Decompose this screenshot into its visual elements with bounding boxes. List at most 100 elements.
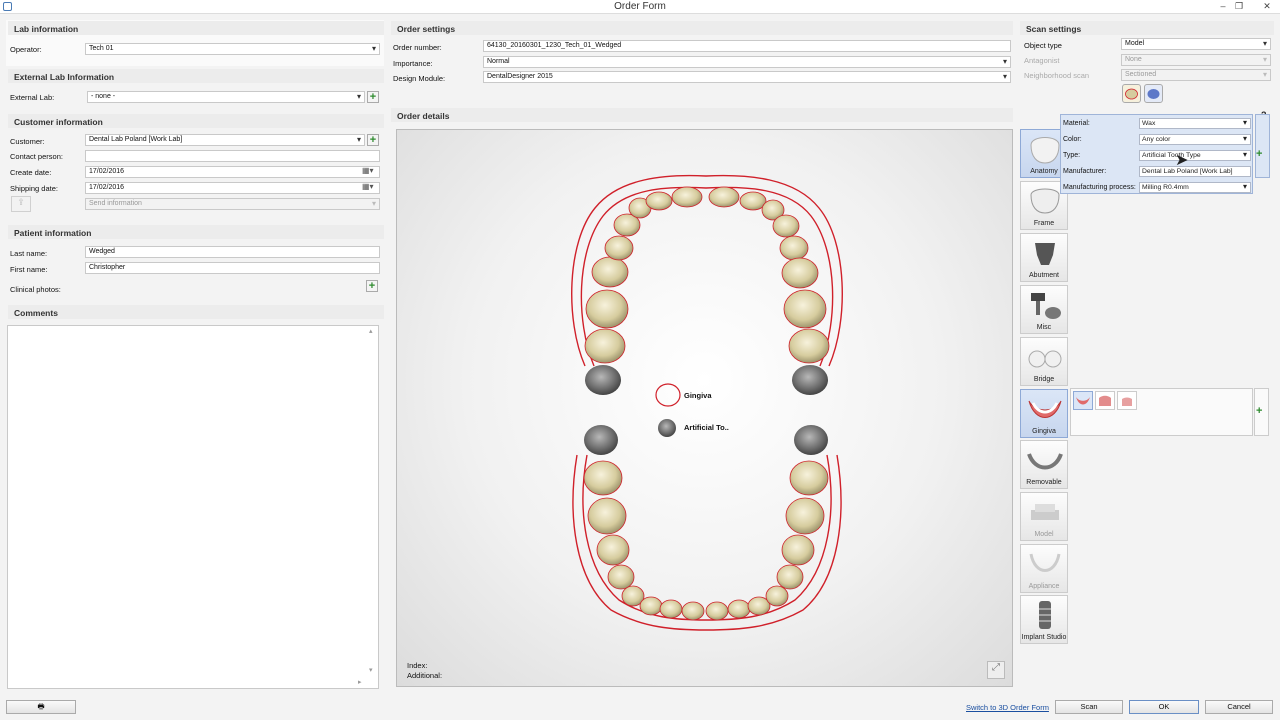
neighborhood-scan-label: Neighborhood scan <box>1024 71 1090 80</box>
type-label: Type: <box>1063 152 1081 159</box>
calendar-icon[interactable]: ▦▾ <box>362 166 374 175</box>
gingiva-option-partial-icon[interactable] <box>1095 391 1115 410</box>
gingiva-icon <box>1028 400 1062 418</box>
patient-information-header: Patient information <box>8 225 384 239</box>
tool-appliance: Appliance <box>1020 544 1068 593</box>
comments-header: Comments <box>8 305 384 319</box>
frame-icon <box>1030 188 1060 214</box>
shipping-date-label: Shipping date: <box>10 184 58 193</box>
tool-model-label: Model <box>1034 531 1054 538</box>
add-material-button[interactable]: + <box>1256 148 1262 160</box>
bridge-icon <box>1028 350 1062 368</box>
last-name-input[interactable]: Wedged <box>85 246 380 258</box>
tool-model: Model <box>1020 492 1068 541</box>
index-label: Index: <box>407 661 428 670</box>
restore-button[interactable]: ❐ <box>1230 0 1248 13</box>
anatomy-icon <box>1030 137 1060 164</box>
ok-button[interactable]: OK <box>1129 700 1199 714</box>
print-button[interactable]: 🖶 <box>6 700 76 714</box>
cancel-button[interactable]: Cancel <box>1205 700 1273 714</box>
gingiva-option-full-icon[interactable] <box>1073 391 1093 410</box>
tool-gingiva-label: Gingiva <box>1032 428 1056 435</box>
material-label: Material: <box>1063 120 1090 127</box>
lower-teeth <box>583 425 829 621</box>
close-button[interactable]: ✕ <box>1258 0 1276 13</box>
external-lab-select[interactable]: - none - <box>87 91 365 103</box>
shipping-date-input[interactable]: 17/02/2016 <box>85 182 380 194</box>
external-lab-label: External Lab: <box>10 93 55 102</box>
first-name-label: First name: <box>10 265 48 274</box>
clinical-photos-label: Clinical photos: <box>10 285 61 294</box>
add-clinical-photo-button[interactable]: + <box>366 280 378 292</box>
operator-select[interactable]: Tech 01 <box>85 43 380 55</box>
order-number-input[interactable]: 64130_20160301_1230_Tech_01_Wedged <box>483 40 1011 52</box>
tool-bridge[interactable]: Bridge <box>1020 337 1068 386</box>
manufacturer-select[interactable]: Dental Lab Poland [Work Lab] <box>1139 166 1251 177</box>
manufacturing-process-select[interactable]: Milling R0.4mm <box>1139 182 1251 193</box>
material-panel: Material: Wax Color: Any color Type: Art… <box>1060 114 1253 194</box>
manufacturer-label: Manufacturer: <box>1063 168 1107 175</box>
tool-appliance-label: Appliance <box>1028 583 1060 590</box>
color-label: Color: <box>1063 136 1082 143</box>
order-settings-header: Order settings <box>391 21 1013 35</box>
dental-arch-diagram <box>571 174 843 631</box>
design-module-select[interactable]: DentalDesigner 2015 <box>483 71 1011 83</box>
gingiva-outline-icon <box>655 383 681 407</box>
impression-scan-icon[interactable] <box>1144 84 1163 103</box>
material-select[interactable]: Wax <box>1139 118 1251 129</box>
gingiva-option-single-icon[interactable] <box>1117 391 1137 410</box>
preparation-scan-icon[interactable] <box>1122 84 1141 103</box>
tooth-chart-viewer[interactable]: Gingiva Artificial To.. Index: Additiona… <box>396 129 1013 687</box>
legend-artificial-tooth-label: Artificial To.. <box>684 423 729 432</box>
customer-select[interactable]: Dental Lab Poland [Work Lab] <box>85 134 365 146</box>
object-type-select[interactable]: Model <box>1121 38 1271 50</box>
order-number-label: Order number: <box>393 43 442 52</box>
scroll-right-icon[interactable]: ▸ <box>358 678 362 686</box>
add-external-lab-button[interactable]: + <box>367 91 379 103</box>
tool-implant-studio[interactable]: Implant Studio <box>1020 595 1068 644</box>
implant-studio-icon <box>1039 601 1051 629</box>
neighborhood-scan-select: Sectioned <box>1121 69 1271 81</box>
tool-abutment-label: Abutment <box>1029 272 1059 279</box>
abutment-icon <box>1035 243 1055 265</box>
tool-abutment[interactable]: Abutment <box>1020 233 1068 282</box>
scroll-up-icon[interactable]: ▴ <box>369 327 373 335</box>
customer-label: Customer: <box>10 137 45 146</box>
tool-frame-label: Frame <box>1033 220 1055 227</box>
removable-icon <box>1027 453 1063 470</box>
order-details-header: Order details <box>391 108 1013 122</box>
create-date-input[interactable]: 17/02/2016 <box>85 166 380 178</box>
tool-misc[interactable]: Misc <box>1020 285 1068 334</box>
misc-icon <box>1031 293 1061 319</box>
scan-button[interactable]: Scan <box>1055 700 1123 714</box>
type-select[interactable]: Artificial Tooth Type <box>1139 150 1251 161</box>
send-icon: ⇪ <box>11 196 31 212</box>
additional-label: Additional: <box>407 671 443 680</box>
scroll-down-icon[interactable]: ▾ <box>369 666 373 674</box>
contact-person-input[interactable] <box>85 150 380 162</box>
antagonist-select: None <box>1121 54 1271 66</box>
importance-select[interactable]: Normal <box>483 56 1011 68</box>
material-panel-side <box>1255 114 1270 178</box>
antagonist-label: Antagonist <box>1024 56 1060 65</box>
color-select[interactable]: Any color <box>1139 134 1251 145</box>
legend-gingiva-label: Gingiva <box>684 391 712 400</box>
add-gingiva-button[interactable]: + <box>1256 405 1262 417</box>
operator-label: Operator: <box>10 45 42 54</box>
tool-implant-studio-label: Implant Studio <box>1021 634 1067 641</box>
first-name-input[interactable]: Christopher <box>85 262 380 274</box>
importance-label: Importance: <box>393 59 433 68</box>
switch-to-3d-link[interactable]: Switch to 3D Order Form <box>966 703 1049 712</box>
add-customer-button[interactable]: + <box>367 134 379 146</box>
tool-removable[interactable]: Removable <box>1020 440 1068 489</box>
tool-misc-label: Misc <box>1036 324 1052 331</box>
calendar-icon[interactable]: ▦▾ <box>362 182 374 191</box>
appliance-icon <box>1029 553 1061 572</box>
comments-textarea[interactable] <box>7 325 379 689</box>
fullscreen-icon[interactable]: ⤢ <box>987 661 1005 679</box>
manufacturing-process-label: Manufacturing process: <box>1063 184 1136 191</box>
window-title: Order Form <box>614 1 666 12</box>
tool-gingiva[interactable]: Gingiva <box>1020 389 1068 438</box>
tool-bridge-label: Bridge <box>1033 376 1055 383</box>
send-information-select: Send information <box>85 198 380 210</box>
